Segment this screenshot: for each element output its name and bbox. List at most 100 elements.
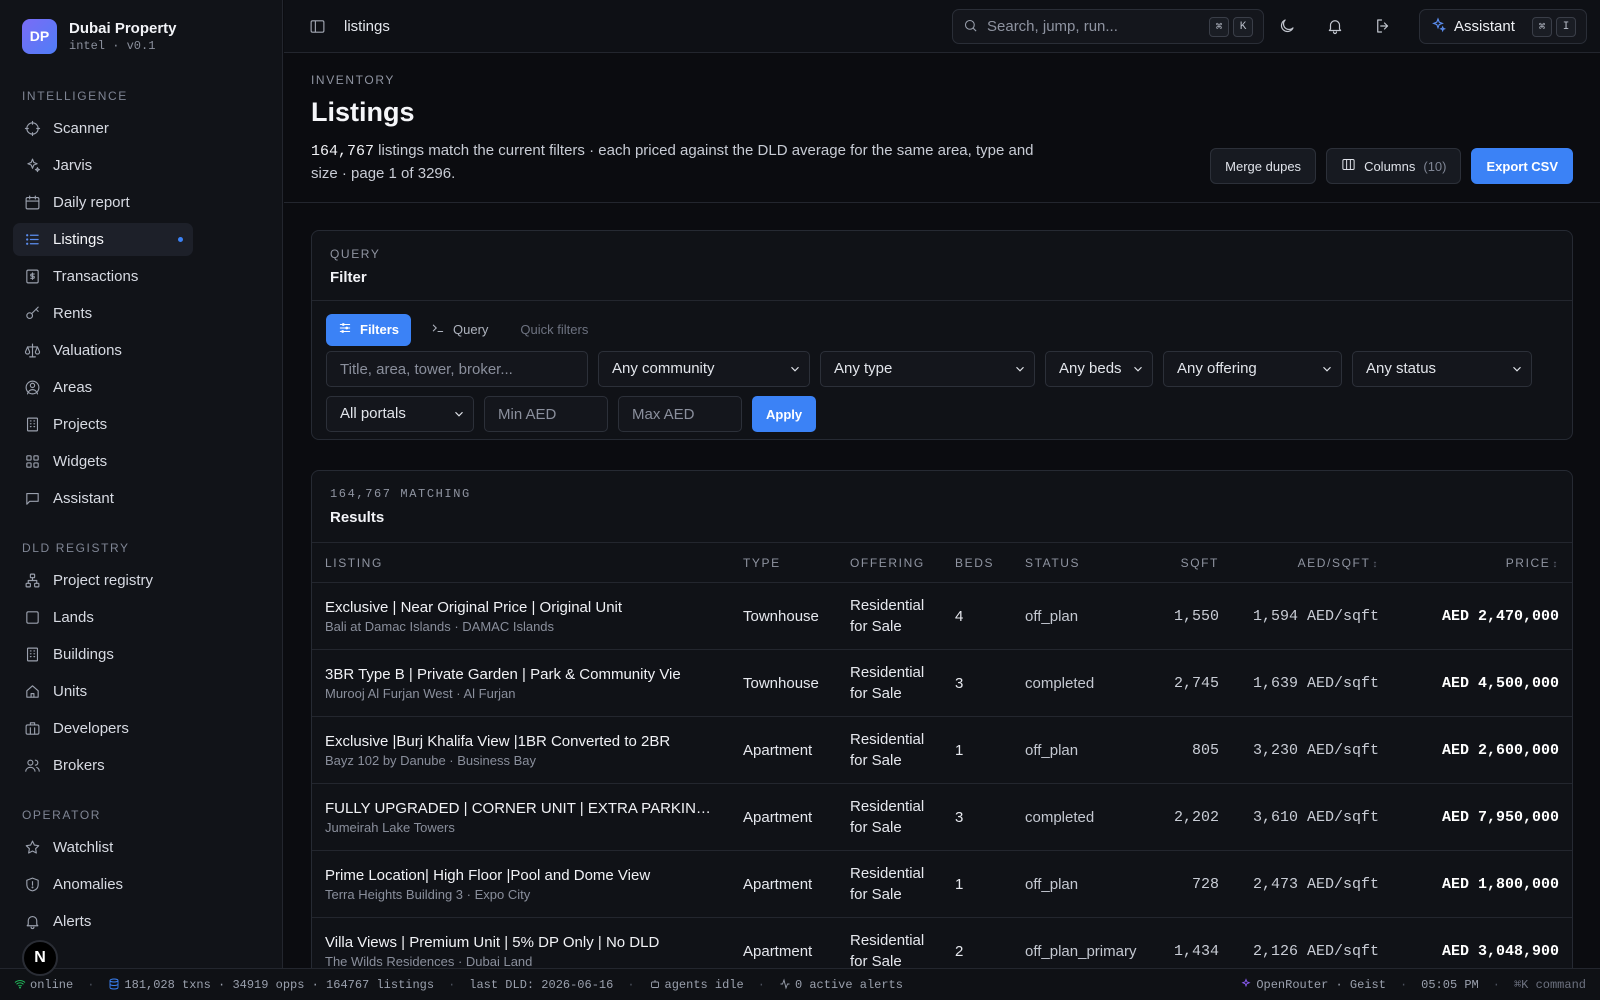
col-type[interactable]: TYPE — [730, 542, 837, 583]
min-price-input[interactable] — [484, 396, 608, 432]
table-row[interactable]: FULLY UPGRADED | CORNER UNIT | EXTRA PAR… — [312, 783, 1572, 851]
listing-title[interactable]: Villa Views | Premium Unit | 5% DP Only … — [325, 934, 715, 951]
sidebar-item-label: Developers — [53, 720, 129, 737]
beds-select[interactable]: Any beds — [1045, 351, 1153, 387]
col-beds[interactable]: BEDS — [942, 542, 1012, 583]
merge-dupes-button[interactable]: Merge dupes — [1210, 148, 1317, 184]
listing-title[interactable]: Exclusive |Burj Khalifa View |1BR Conver… — [325, 733, 715, 750]
table-row[interactable]: Prime Location| High Floor |Pool and Dom… — [312, 850, 1572, 918]
offering-select[interactable]: Any offering — [1163, 351, 1342, 387]
col-sqft[interactable]: SQFT — [1152, 542, 1232, 583]
sidebar-item-alerts[interactable]: Alerts — [13, 905, 193, 938]
sidebar-item-lands[interactable]: Lands — [13, 601, 193, 634]
offering-line: for Sale — [850, 819, 902, 836]
nav-section-label: OPERATOR — [22, 808, 102, 822]
col-offering[interactable]: OFFERING — [837, 542, 942, 583]
last-dld: last DLD: 2026-06-16 — [469, 977, 614, 992]
sidebar-item-label: Buildings — [53, 646, 114, 663]
columns-count: (10) — [1423, 158, 1447, 174]
status-select[interactable]: Any status — [1352, 351, 1532, 387]
description-text: listings match the current filters · eac… — [311, 142, 1034, 182]
sidebar-item-scanner[interactable]: Scanner — [13, 112, 193, 145]
listing-title[interactable]: FULLY UPGRADED | CORNER UNIT | EXTRA PAR… — [325, 800, 715, 817]
col-listing[interactable]: LISTING — [312, 542, 730, 583]
sidebar-item-watchlist[interactable]: Watchlist — [13, 831, 193, 864]
assistant-button[interactable]: Assistant ⌘ I — [1419, 9, 1587, 44]
sidebar-item-units[interactable]: Units — [13, 675, 193, 708]
col-aed-sqft[interactable]: AED/SQFT ↕ — [1232, 542, 1392, 583]
sidebar-item-jarvis[interactable]: Jarvis — [13, 149, 193, 182]
community-select[interactable]: Any community — [598, 351, 810, 387]
cell-price: AED 4,500,000 — [1392, 649, 1572, 717]
status-alerts[interactable]: 0 active alerts — [779, 978, 903, 992]
sidebar-item-valuations[interactable]: Valuations — [13, 334, 193, 367]
building-icon — [23, 416, 41, 434]
brand[interactable]: DP Dubai Property intel · v0.1 — [0, 0, 282, 70]
table-header-row: LISTING TYPE OFFERING BEDS STATUS SQFT A… — [312, 542, 1572, 583]
sidebar-item-widgets[interactable]: Widgets — [13, 445, 193, 478]
floating-n-badge[interactable]: N — [22, 940, 58, 976]
cell-price: AED 2,470,000 — [1392, 582, 1572, 650]
table-row[interactable]: Exclusive |Burj Khalifa View |1BR Conver… — [312, 716, 1572, 784]
portals-select[interactable]: All portals — [326, 396, 474, 432]
search-input[interactable] — [987, 18, 1187, 35]
sliders-icon — [338, 321, 352, 338]
sidebar-item-developers[interactable]: Developers — [13, 712, 193, 745]
cell-beds: 1 — [942, 850, 1012, 918]
scale-icon — [23, 342, 41, 360]
export-csv-button[interactable]: Export CSV — [1471, 148, 1573, 184]
sidebar-item-project-registry[interactable]: Project registry — [13, 564, 193, 597]
tab-filters[interactable]: Filters — [326, 313, 412, 346]
tab-query[interactable]: Query — [419, 314, 500, 346]
cell-type: Townhouse — [730, 649, 837, 717]
sidebar-item-projects[interactable]: Projects — [13, 408, 193, 441]
tab-quick-filters[interactable]: Quick filters — [508, 314, 600, 346]
sidebar-item-areas[interactable]: Areas — [13, 371, 193, 404]
bell-icon[interactable] — [1324, 15, 1346, 37]
list-icon — [23, 231, 41, 249]
columns-icon — [1341, 157, 1356, 175]
sidebar-item-buildings[interactable]: Buildings — [13, 638, 193, 671]
command-hint[interactable]: ⌘K command — [1514, 977, 1586, 992]
max-price-input[interactable] — [618, 396, 742, 432]
sort-icon: ↕ — [1552, 558, 1559, 570]
sidebar-item-brokers[interactable]: Brokers — [13, 749, 193, 782]
status-agents: agents idle — [649, 978, 744, 992]
sidebar-item-rents[interactable]: Rents — [13, 297, 193, 330]
brand-logo: DP — [22, 18, 57, 54]
cell-beds: 1 — [942, 716, 1012, 784]
col-status[interactable]: STATUS — [1012, 542, 1152, 583]
sidebar-toggle-icon[interactable] — [306, 15, 328, 37]
offering-line: for Sale — [850, 618, 902, 635]
robot-icon — [650, 979, 659, 988]
listing-title[interactable]: Prime Location| High Floor |Pool and Dom… — [325, 867, 715, 884]
sidebar-item-label: Transactions — [53, 268, 139, 285]
sidebar-item-assistant[interactable]: Assistant — [13, 482, 193, 515]
listing-location: Bali at Damac Islands · DAMAC Islands — [325, 618, 555, 634]
cell-status: completed — [1012, 649, 1152, 717]
sidebar-item-transactions[interactable]: Transactions — [13, 260, 193, 293]
sidebar-item-listings[interactable]: Listings — [13, 223, 193, 256]
listing-search-input[interactable] — [326, 351, 588, 387]
sidebar-item-label: Daily report — [53, 194, 130, 211]
cell-aed-sqft: 2,126 AED/sqft — [1232, 917, 1392, 968]
table-row[interactable]: Villa Views | Premium Unit | 5% DP Only … — [312, 917, 1572, 968]
apply-button[interactable]: Apply — [752, 396, 817, 432]
sidebar-item-daily-report[interactable]: Daily report — [13, 186, 193, 219]
type-select[interactable]: Any type — [820, 351, 1035, 387]
global-search[interactable]: ⌘ K — [952, 9, 1264, 44]
topbar: listings ⌘ K Assistant ⌘ I — [284, 0, 1600, 53]
col-price[interactable]: PRICE ↕ — [1392, 542, 1572, 583]
cell-aed-sqft: 3,610 AED/sqft — [1232, 783, 1392, 851]
listing-title[interactable]: 3BR Type B | Private Garden | Park & Com… — [325, 666, 715, 683]
sidebar-item-label: Projects — [53, 416, 108, 433]
table-row[interactable]: Exclusive | Near Original Price | Origin… — [312, 582, 1572, 650]
table-row[interactable]: 3BR Type B | Private Garden | Park & Com… — [312, 649, 1572, 717]
columns-button[interactable]: Columns (10) — [1326, 148, 1462, 184]
logout-icon[interactable] — [1372, 15, 1394, 37]
listing-title[interactable]: Exclusive | Near Original Price | Origin… — [325, 599, 715, 616]
moon-icon[interactable] — [1276, 15, 1298, 37]
cell-beds: 2 — [942, 917, 1012, 968]
grid-icon — [23, 453, 41, 471]
sidebar-item-anomalies[interactable]: Anomalies — [13, 868, 193, 901]
